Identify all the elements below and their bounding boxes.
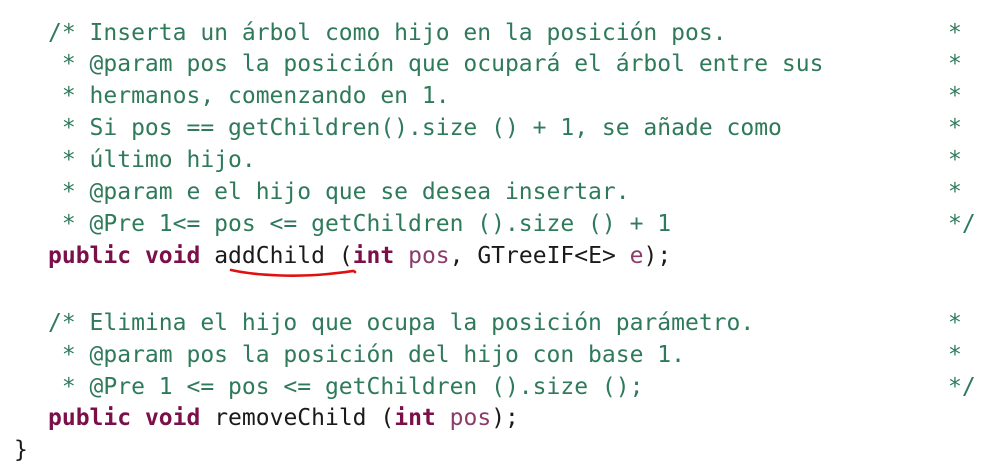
comment-border-mark: * <box>948 115 962 141</box>
red-underline-annotation <box>229 268 357 277</box>
keyword-void: void <box>144 405 201 431</box>
method-name-removechild: removeChild <box>214 405 367 431</box>
keyword-int: int <box>394 405 436 431</box>
keyword-int: int <box>352 243 395 269</box>
parameter-name: pos <box>449 405 492 431</box>
closing-brace: } <box>14 437 28 463</box>
code-listing: /* Inserta un árbol como hijo en la posi… <box>0 0 996 468</box>
keyword-public: public <box>48 243 132 269</box>
comment-border-mark: * <box>948 20 962 46</box>
comment-line: * @param pos la posición del hijo con ba… <box>48 342 685 368</box>
comment-border-mark: */ <box>948 374 976 400</box>
comment-line: /* Elimina el hijo que ocupa la posición… <box>48 310 755 336</box>
comment-line: * @param e el hijo que se desea insertar… <box>48 179 630 205</box>
punctuation: ); <box>491 405 519 431</box>
comment-line: * último hijo. <box>48 147 256 173</box>
comment-line: * Si pos == getChildren().size () + 1, s… <box>48 115 782 141</box>
comment-border-mark: * <box>948 51 962 77</box>
comment-line: * @Pre 1<= pos <= getChildren ().size ()… <box>48 211 672 237</box>
comment-border-mark: * <box>948 310 962 336</box>
keyword-void: void <box>144 243 201 269</box>
comment-line: * hermanos, comenzando en 1. <box>48 83 450 109</box>
method-signature-removechild: public void removeChild (int pos); <box>48 402 519 434</box>
comment-border-mark: * <box>948 147 962 173</box>
punctuation: ( <box>366 405 395 431</box>
comment-line: * @param pos la posición que ocupará el … <box>48 51 824 77</box>
parameter-name: e <box>629 243 644 269</box>
parameter-separator: , GTreeIF<E> <box>449 243 630 269</box>
keyword-public: public <box>48 405 132 431</box>
comment-border-mark: * <box>948 83 962 109</box>
punctuation: ); <box>643 243 672 269</box>
comment-border-mark: */ <box>948 211 976 237</box>
parameter-name: pos <box>408 243 450 269</box>
comment-border-mark: * <box>948 342 962 368</box>
comment-border-mark: * <box>948 179 962 205</box>
comment-line: * @Pre 1 <= pos <= getChildren ().size (… <box>48 374 644 400</box>
comment-line: /* Inserta un árbol como hijo en la posi… <box>48 20 727 46</box>
method-signature-addchild: public void addChild (int pos, GTreeIF<E… <box>48 240 671 272</box>
